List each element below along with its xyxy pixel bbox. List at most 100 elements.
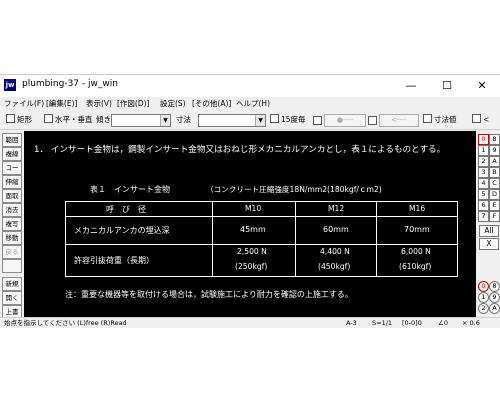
rect-toggle[interactable]: 矩形 — [6, 114, 32, 126]
menu-bar: ファイル(F) [編集(E)] 表示(V) [作図(D)] 設定(S) [その他… — [0, 97, 500, 111]
status-zoom[interactable]: × 0.6 — [462, 318, 480, 328]
status-layer[interactable]: [0-0]0 — [402, 318, 422, 328]
cross-button[interactable]: X — [479, 238, 499, 250]
layer-3[interactable]: 3 — [478, 167, 489, 178]
dimval-label: 寸法値 — [434, 115, 457, 124]
row2-label: 許容引抜荷重（長期） — [74, 256, 154, 265]
footnote: 注：重要な機器等を取付ける場合は，試験施工により耐力を確認の上施工する。 — [65, 290, 353, 299]
row2-m10: 2,500 N — [237, 247, 267, 256]
menu-edit[interactable]: [編集(E)] — [46, 97, 77, 111]
menu-file[interactable]: ファイル(F) — [4, 97, 44, 111]
dim-label: 寸法 — [176, 115, 191, 124]
group-1[interactable]: 1 — [478, 292, 489, 303]
table-line — [295, 201, 296, 277]
tool-move[interactable]: 移動 — [2, 231, 22, 245]
status-paper[interactable]: A-3 — [346, 318, 357, 328]
layer-e[interactable]: E — [489, 200, 500, 211]
layer-1[interactable]: 1 — [478, 145, 489, 156]
layer-a[interactable]: A — [489, 156, 500, 167]
menu-settings[interactable]: 設定(S) — [160, 97, 186, 111]
layer-7[interactable]: 7 — [478, 211, 489, 222]
menu-help[interactable]: ヘルプ(H) — [236, 97, 270, 111]
layer-4[interactable]: 4 — [478, 178, 489, 189]
left-toolbar: 範囲 複線 コーナー 伸縮 面取 消去 複写 移動 戻る 新規 開く 上書 — [0, 131, 22, 319]
layer-panel: 0 8 1 9 2 A 3 B 4 C 5 D 6 E 7 F All X 0 … — [477, 131, 500, 317]
tool-new[interactable]: 新規 — [2, 277, 22, 291]
menu-other[interactable]: [その他(A)] — [192, 97, 231, 111]
tool-erase[interactable]: 消去 — [2, 203, 22, 217]
menu-draw[interactable]: [作図(D)] — [117, 97, 149, 111]
lt-toggle[interactable]: < — [472, 114, 489, 126]
layer-c[interactable]: C — [489, 178, 500, 189]
row1-label: メカニカルアンカの埋込深 — [74, 226, 170, 235]
layer-f[interactable]: F — [489, 211, 500, 222]
dimval-toggle[interactable]: 寸法値 — [423, 114, 457, 126]
row2-m12-kgf: (450kgf) — [318, 262, 351, 271]
tool-undo[interactable]: 戻る — [2, 245, 22, 259]
tilt-combo[interactable]: ▼ — [111, 114, 171, 127]
col-header: 呼 び 径 — [106, 205, 146, 214]
status-prompt: 始点を指示してください (L)free (R)Read — [4, 319, 127, 327]
tool-blank[interactable] — [2, 259, 22, 273]
layer-b[interactable]: B — [489, 167, 500, 178]
group-0[interactable]: 0 — [478, 281, 489, 292]
gray-b-checkbox[interactable] — [368, 116, 377, 125]
rect-label: 矩形 — [17, 115, 32, 124]
chevron-down-icon[interactable]: ▼ — [160, 115, 170, 126]
status-scale[interactable]: S=1/1 — [372, 318, 392, 328]
table-line — [65, 276, 458, 277]
group-2[interactable]: 2 — [478, 303, 489, 314]
layer-6[interactable]: 6 — [478, 200, 489, 211]
angle15-toggle[interactable]: 15度毎 — [270, 114, 306, 126]
menu-view[interactable]: 表示(V) — [86, 97, 112, 111]
tool-offset[interactable]: 複線 — [2, 147, 22, 161]
rect-checkbox[interactable] — [6, 114, 15, 123]
tool-stretch[interactable]: 伸縮 — [2, 175, 22, 189]
layer-0[interactable]: 0 — [478, 134, 489, 145]
dimval-checkbox[interactable] — [423, 114, 432, 123]
layer-9[interactable]: 9 — [489, 145, 500, 156]
arrow-mode-button[interactable]: <---- — [379, 114, 419, 127]
dim-combo[interactable]: ▼ — [198, 114, 266, 127]
layer-8[interactable]: 8 — [489, 134, 500, 145]
group-9[interactable]: 9 — [489, 292, 500, 303]
lt-label: < — [483, 115, 490, 124]
status-bar: 始点を指示してください (L)free (R)Read A-3 S=1/1 [0… — [0, 317, 500, 328]
title-bar: jw plumbing-37 - jw_win — ☐ ✕ — [0, 75, 500, 97]
close-button[interactable]: ✕ — [464, 75, 500, 97]
circle-mode-button[interactable]: ●---- — [324, 114, 366, 127]
tool-corner[interactable]: コーナー — [2, 161, 22, 175]
drawing-canvas[interactable]: 1． インサート金物は，鋼製インサート金物又はおねじ形メカニカルアンカとし，表１… — [24, 131, 476, 317]
table-line — [376, 201, 377, 277]
status-angle[interactable]: ∠0 — [438, 318, 448, 328]
all-layers-button[interactable]: All — [479, 225, 499, 237]
table-line — [65, 201, 66, 277]
lt-checkbox[interactable] — [472, 114, 481, 123]
chevron-down-icon[interactable]: ▼ — [255, 115, 265, 126]
group-8[interactable]: 8 — [489, 281, 500, 292]
table-subtitle: （コンクリート圧縮強度18N/mm2(180kgf/ｃm2) — [206, 185, 382, 194]
tool-chamfer[interactable]: 面取 — [2, 189, 22, 203]
table-line — [212, 201, 213, 277]
table-line — [65, 244, 458, 245]
row2-m12: 4,400 N — [320, 247, 350, 256]
gray-a-checkbox[interactable] — [313, 116, 322, 125]
layer-2[interactable]: 2 — [478, 156, 489, 167]
row1-m12: 60mm — [323, 225, 349, 234]
layer-d[interactable]: D — [489, 189, 500, 200]
hv-label: 水平・垂直 — [55, 115, 93, 124]
tool-copy[interactable]: 複写 — [2, 217, 22, 231]
table-line — [65, 216, 458, 217]
tool-open[interactable]: 開く — [2, 291, 22, 305]
group-a[interactable]: A — [489, 303, 500, 314]
hv-toggle[interactable]: 水平・垂直 — [44, 114, 93, 126]
note-text: 1． インサート金物は，鋼製インサート金物又はおねじ形メカニカルアンカとし，表１… — [34, 145, 446, 155]
hv-checkbox[interactable] — [44, 114, 53, 123]
angle15-checkbox[interactable] — [270, 114, 279, 123]
app-window: jw plumbing-37 - jw_win — ☐ ✕ ファイル(F) [編… — [0, 74, 500, 328]
maximize-button[interactable]: ☐ — [429, 75, 465, 97]
row2-m16-kgf: (610kgf) — [399, 262, 432, 271]
minimize-button[interactable]: — — [393, 75, 429, 97]
tool-range[interactable]: 範囲 — [2, 133, 22, 147]
layer-5[interactable]: 5 — [478, 189, 489, 200]
